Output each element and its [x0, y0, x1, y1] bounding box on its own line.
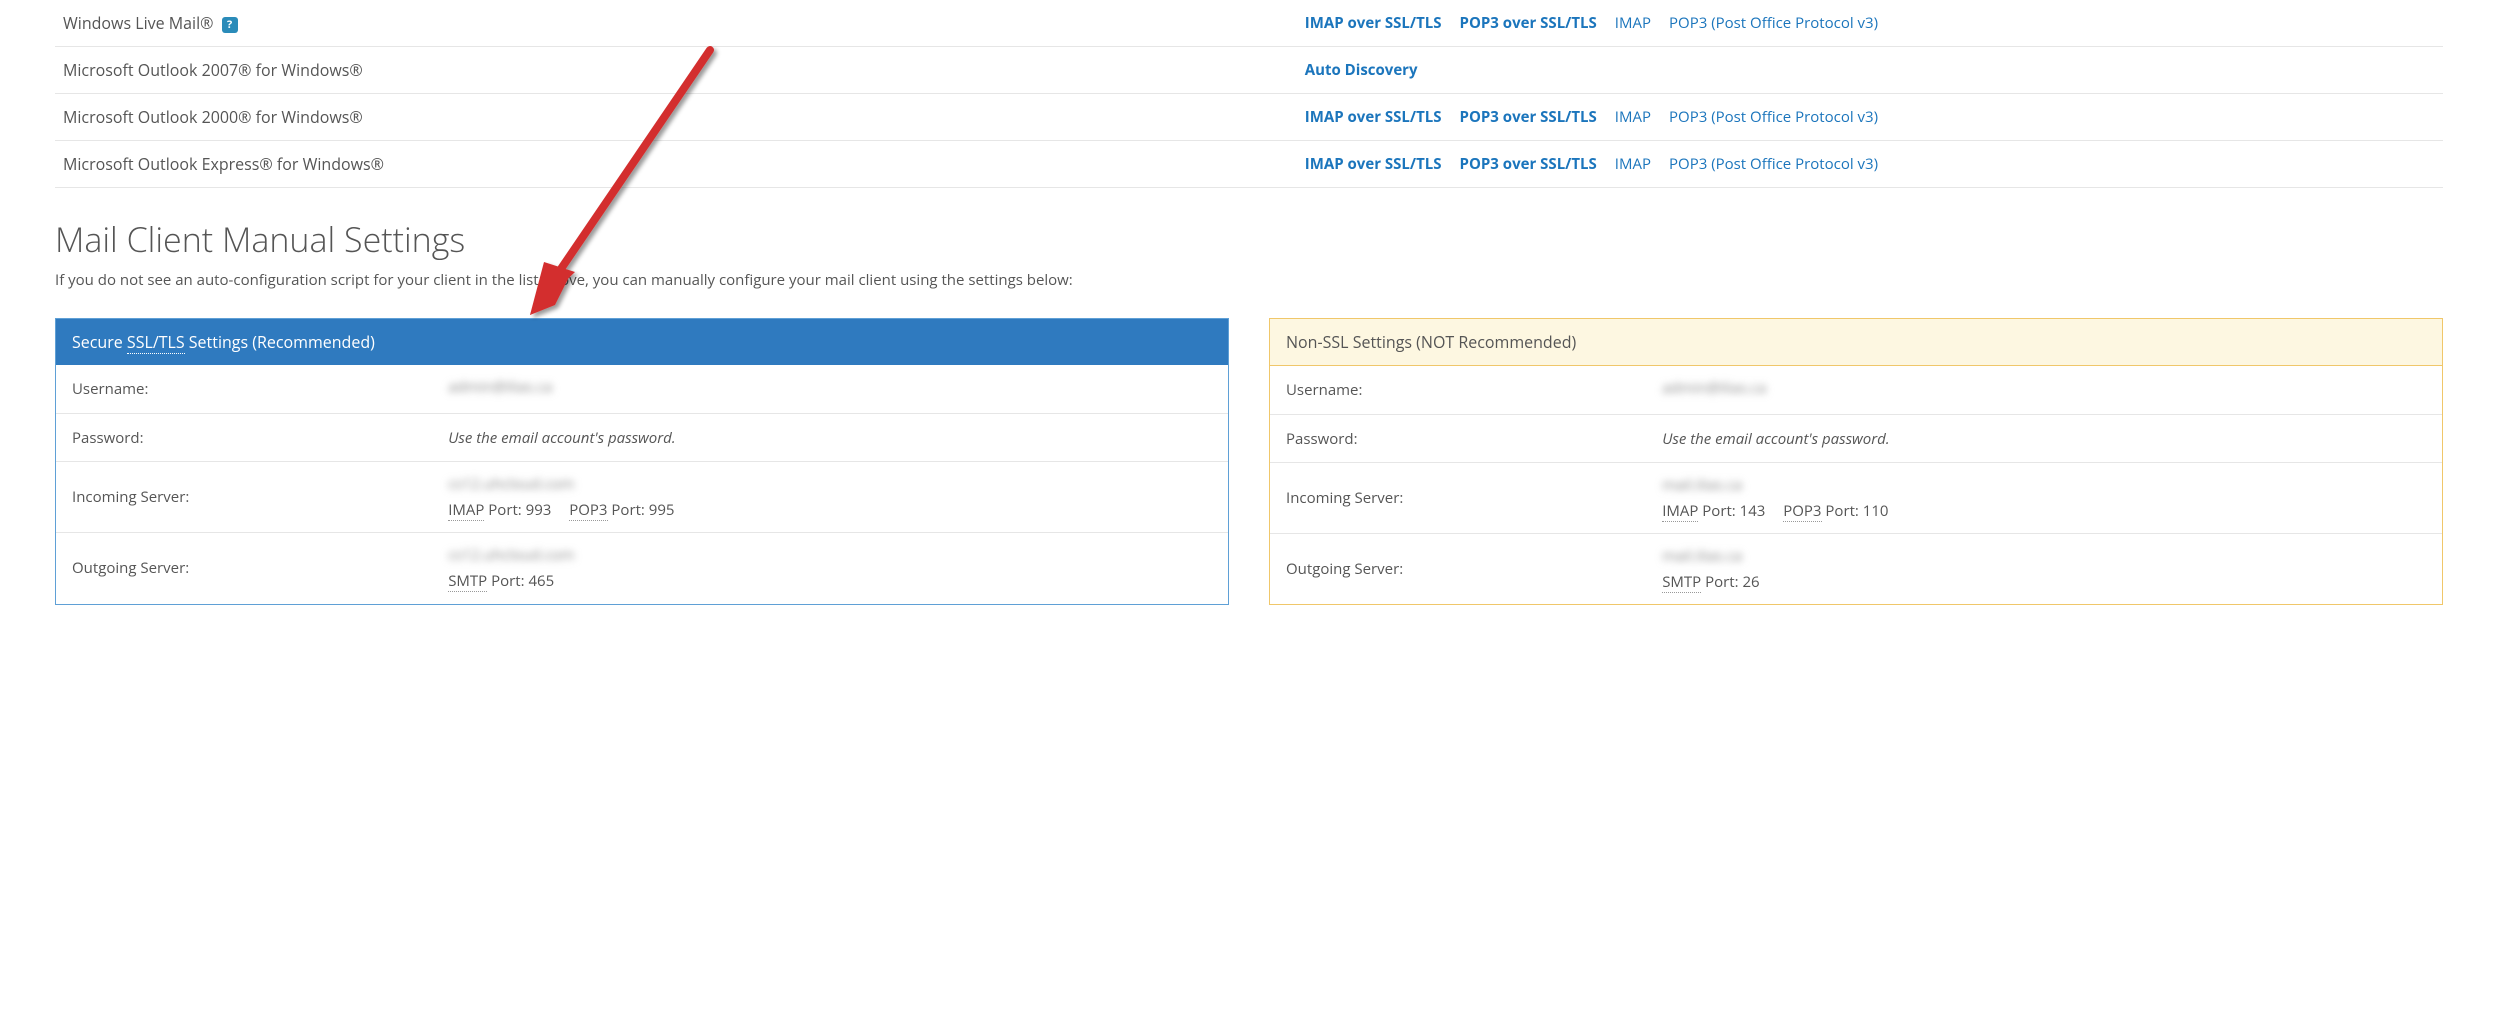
ssl-password-label: Password: [72, 428, 448, 448]
protocol-link[interactable]: Auto Discovery [1305, 60, 1418, 80]
protocol-link[interactable]: IMAP over SSL/TLS [1305, 13, 1442, 33]
nonssl-imap-port: Port: 143 [1698, 501, 1765, 521]
protocol-link[interactable]: POP3 (Post Office Protocol v3) [1669, 154, 1878, 174]
nonssl-incoming-host: mail.ilias.ca [1662, 475, 1742, 495]
nonssl-incoming-label: Incoming Server: [1286, 488, 1662, 508]
manual-settings-desc: If you do not see an auto-configuration … [55, 270, 2443, 290]
nonssl-username-row: Username: admin@ilias.ca [1270, 366, 2442, 415]
ssl-outgoing-host: cs12.uhcloud.com [448, 545, 574, 565]
nonssl-incoming-ports: IMAP Port: 143 POP3 Port: 110 [1662, 501, 2426, 521]
client-links: IMAP over SSL/TLS POP3 over SSL/TLS IMAP PO… [1297, 141, 2443, 188]
nonssl-outgoing-row: Outgoing Server: mail.ilias.ca SMTP Port… [1270, 534, 2442, 604]
client-links: Auto Discovery [1297, 47, 2443, 94]
ssl-imap-abbr: IMAP [448, 500, 484, 521]
ssl-password-value: Use the email account's password. [448, 428, 675, 448]
nonssl-password-label: Password: [1286, 429, 1662, 449]
ssl-password-row: Password: Use the email account's passwo… [56, 414, 1228, 462]
client-name: Microsoft Outlook 2007® for Windows® [55, 47, 1297, 94]
nonssl-outgoing-label: Outgoing Server: [1286, 559, 1662, 579]
nonssl-password-row: Password: Use the email account's passwo… [1270, 415, 2442, 463]
protocol-link[interactable]: POP3 over SSL/TLS [1460, 107, 1597, 127]
nonssl-outgoing-ports: SMTP Port: 26 [1662, 572, 2426, 592]
ssl-username-value: admin@ilias.ca [448, 377, 552, 397]
protocol-link[interactable]: IMAP [1615, 13, 1651, 33]
ssl-title-abbr: SSL/TLS [127, 331, 185, 354]
client-name: Microsoft Outlook 2000® for Windows® [55, 94, 1297, 141]
ssl-outgoing-row: Outgoing Server: cs12.uhcloud.com SMTP P… [56, 533, 1228, 603]
nonssl-smtp-abbr: SMTP [1662, 572, 1701, 593]
client-links: IMAP over SSL/TLS POP3 over SSL/TLS IMAP PO… [1297, 0, 2443, 47]
client-row: Microsoft Outlook 2007® for Windows® Auto… [55, 47, 2443, 94]
ssl-panel-header: Secure SSL/TLS Settings (Recommended) [56, 319, 1228, 365]
help-icon[interactable]: ? [222, 17, 238, 33]
ssl-title-suffix: Settings (Recommended) [185, 331, 375, 353]
ssl-smtp-abbr: SMTP [448, 571, 487, 592]
ssl-incoming-label: Incoming Server: [72, 487, 448, 507]
protocol-link[interactable]: IMAP over SSL/TLS [1305, 154, 1442, 174]
ssl-pop3-port: Port: 995 [608, 500, 675, 520]
client-row: Microsoft Outlook Express® for Windows®I… [55, 141, 2443, 188]
manual-settings-heading: Mail Client Manual Settings [55, 216, 2443, 262]
ssl-username-label: Username: [72, 379, 448, 399]
nonssl-password-value: Use the email account's password. [1662, 429, 1889, 449]
nonssl-pop3-port: Port: 110 [1822, 501, 1889, 521]
protocol-link[interactable]: POP3 (Post Office Protocol v3) [1669, 13, 1878, 33]
nonssl-outgoing-host: mail.ilias.ca [1662, 546, 1742, 566]
protocol-link[interactable]: IMAP [1615, 107, 1651, 127]
nonssl-smtp-port: Port: 26 [1701, 572, 1759, 592]
protocol-link[interactable]: IMAP over SSL/TLS [1305, 107, 1442, 127]
nonssl-imap-abbr: IMAP [1662, 501, 1698, 522]
ssl-outgoing-label: Outgoing Server: [72, 558, 448, 578]
ssl-incoming-row: Incoming Server: cs12.uhcloud.com IMAP P… [56, 462, 1228, 533]
protocol-link[interactable]: POP3 over SSL/TLS [1460, 13, 1597, 33]
ssl-outgoing-ports: SMTP Port: 465 [448, 571, 1212, 591]
nonssl-pop3-abbr: POP3 [1783, 501, 1821, 522]
ssl-incoming-host: cs12.uhcloud.com [448, 474, 574, 494]
protocol-link[interactable]: POP3 (Post Office Protocol v3) [1669, 107, 1878, 127]
ssl-imap-port: Port: 993 [484, 500, 551, 520]
nonssl-username-label: Username: [1286, 380, 1662, 400]
ssl-username-row: Username: admin@ilias.ca [56, 365, 1228, 414]
client-row: Windows Live Mail® ? IMAP over SSL/TLS POP… [55, 0, 2443, 47]
ssl-pop3-abbr: POP3 [569, 500, 607, 521]
nonssl-panel-header: Non-SSL Settings (NOT Recommended) [1270, 319, 2442, 366]
ssl-incoming-ports: IMAP Port: 993 POP3 Port: 995 [448, 500, 1212, 520]
protocol-link[interactable]: IMAP [1615, 154, 1651, 174]
ssl-settings-panel: Secure SSL/TLS Settings (Recommended) Us… [55, 318, 1229, 605]
client-links: IMAP over SSL/TLS POP3 over SSL/TLS IMAP PO… [1297, 94, 2443, 141]
ssl-title-prefix: Secure [72, 331, 127, 353]
nonssl-username-value: admin@ilias.ca [1662, 378, 1766, 398]
ssl-smtp-port: Port: 465 [487, 571, 554, 591]
protocol-link[interactable]: POP3 over SSL/TLS [1460, 154, 1597, 174]
mail-client-table: Windows Live Mail® ? IMAP over SSL/TLS POP… [55, 0, 2443, 188]
client-name: Microsoft Outlook Express® for Windows® [55, 141, 1297, 188]
client-name: Windows Live Mail® ? [55, 0, 1297, 47]
nonssl-settings-panel: Non-SSL Settings (NOT Recommended) Usern… [1269, 318, 2443, 605]
nonssl-incoming-row: Incoming Server: mail.ilias.ca IMAP Port… [1270, 463, 2442, 534]
client-row: Microsoft Outlook 2000® for Windows®IMAP… [55, 94, 2443, 141]
